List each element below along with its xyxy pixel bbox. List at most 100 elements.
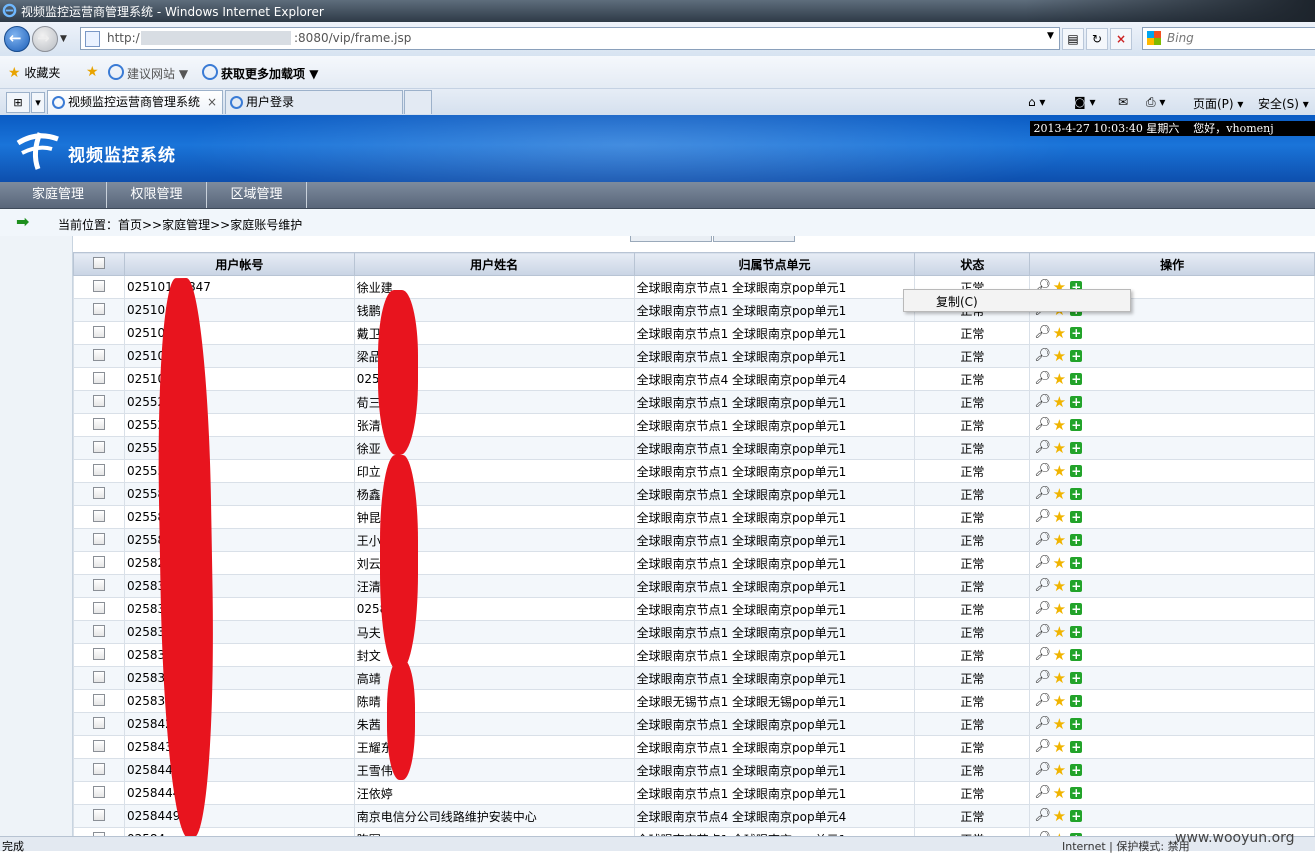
search-icon[interactable]: 🔎︎	[1034, 694, 1051, 708]
add-icon[interactable]: +	[1070, 787, 1083, 800]
table-row[interactable]: 0258444 王雪伟 全球眼南京节点1 全球眼南京pop单元1 正常 🔎︎ ★ +	[73, 758, 1315, 782]
add-icon[interactable]: +	[1070, 718, 1083, 731]
select-all-checkbox[interactable]	[73, 252, 125, 276]
row-checkbox[interactable]	[73, 390, 125, 414]
row-checkbox[interactable]	[73, 689, 125, 713]
table-row[interactable]: 0258322 0258 0 全球眼南京节点1 全球眼南京pop单元1 正常 🔎︎ ★ +	[73, 597, 1315, 621]
row-checkbox[interactable]	[73, 528, 125, 552]
suggested-sites-button[interactable]: 建议网站 ▼	[108, 64, 188, 82]
row-checkbox[interactable]	[73, 367, 125, 391]
print-button[interactable]: ⎙ ▾	[1146, 95, 1165, 110]
forward-button[interactable]: →	[32, 26, 58, 52]
table-row[interactable]: 0258337 高靖 全球眼南京节点1 全球眼南京pop单元1 正常 🔎︎ ★ +	[73, 666, 1315, 690]
row-checkbox[interactable]	[73, 551, 125, 575]
compat-view-button[interactable]: ▤	[1062, 28, 1084, 50]
toolbar-button[interactable]	[713, 236, 795, 242]
search-icon[interactable]: 🔎︎	[1034, 809, 1051, 823]
table-row[interactable]: 0258368 陈晴 全球眼无锡节点1 全球眼无锡pop单元1 正常 🔎︎ ★ +	[73, 689, 1315, 713]
add-favorite-icon[interactable]: ★	[86, 64, 99, 80]
close-tab-icon[interactable]: ×	[207, 91, 217, 113]
search-icon[interactable]: 🔎︎	[1034, 533, 1051, 547]
table-row[interactable]: 0255886 王小 全球眼南京节点1 全球眼南京pop单元1 正常 🔎︎ ★ +	[73, 528, 1315, 552]
search-icon[interactable]: 🔎︎	[1034, 349, 1051, 363]
safety-menu-button[interactable]: 安全(S) ▾	[1258, 95, 1309, 112]
table-row[interactable]: 0255888 钟昆 全球眼南京节点1 全球眼南京pop单元1 正常 🔎︎ ★ +	[73, 505, 1315, 529]
add-icon[interactable]: +	[1070, 511, 1083, 524]
search-icon[interactable]: 🔎︎	[1034, 786, 1051, 800]
copy-menu-item[interactable]: 复制(C)	[936, 293, 978, 310]
table-row[interactable]: 025107 2 戴卫 全球眼南京节点1 全球眼南京pop单元1 正常 🔎︎ ★ +	[73, 321, 1315, 345]
add-icon[interactable]: +	[1070, 741, 1083, 754]
search-icon[interactable]: 🔎︎	[1034, 671, 1051, 685]
add-icon[interactable]: +	[1070, 764, 1083, 777]
table-row[interactable]: 0258421 朱茜 全球眼南京节点1 全球眼南京pop单元1 正常 🔎︎ ★ +	[73, 712, 1315, 736]
row-checkbox[interactable]	[73, 321, 125, 345]
table-row[interactable]: 025558 印立 全球眼南京节点1 全球眼南京pop单元1 正常 🔎︎ ★ +	[73, 459, 1315, 483]
star-icon[interactable]: ★	[1052, 556, 1066, 571]
star-icon[interactable]: ★	[1052, 441, 1066, 456]
row-checkbox[interactable]	[73, 620, 125, 644]
row-checkbox[interactable]	[73, 781, 125, 805]
search-icon[interactable]: 🔎︎	[1034, 395, 1051, 409]
star-icon[interactable]: ★	[1052, 671, 1066, 686]
row-checkbox[interactable]	[73, 804, 125, 828]
add-icon[interactable]: +	[1070, 373, 1083, 386]
add-icon[interactable]: +	[1070, 557, 1083, 570]
search-icon[interactable]: 🔎︎	[1034, 441, 1051, 455]
favorites-button[interactable]: ★ 收藏夹	[8, 64, 60, 81]
back-button[interactable]: ←	[4, 26, 30, 52]
row-checkbox[interactable]	[73, 413, 125, 437]
star-icon[interactable]: ★	[1052, 418, 1066, 433]
star-icon[interactable]: ★	[1052, 625, 1066, 640]
search-icon[interactable]: 🔎︎	[1034, 464, 1051, 478]
row-checkbox[interactable]	[73, 344, 125, 368]
search-icon[interactable]: 🔎︎	[1034, 487, 1051, 501]
star-icon[interactable]: ★	[1052, 464, 1066, 479]
table-row[interactable]: 0258444 汪依婷 全球眼南京节点1 全球眼南京pop单元1 正常 🔎︎ ★ +	[73, 781, 1315, 805]
search-icon[interactable]: 🔎︎	[1034, 418, 1051, 432]
search-input[interactable]: Bing	[1142, 27, 1315, 50]
add-icon[interactable]: +	[1070, 419, 1083, 432]
search-icon[interactable]: 🔎︎	[1034, 556, 1051, 570]
table-row[interactable]: 0258328 马夫 全球眼南京节点1 全球眼南京pop单元1 正常 🔎︎ ★ +	[73, 620, 1315, 644]
search-icon[interactable]: 🔎︎	[1034, 602, 1051, 616]
table-row[interactable]: 0258449 南京电信分公司线路维护安装中心 全球眼南京节点4 全球眼南京pop单…	[73, 804, 1315, 828]
row-checkbox[interactable]	[73, 275, 125, 299]
star-icon[interactable]: ★	[1052, 395, 1066, 410]
add-icon[interactable]: +	[1070, 649, 1083, 662]
toolbar-button[interactable]	[630, 236, 712, 242]
star-icon[interactable]: ★	[1052, 717, 1066, 732]
star-icon[interactable]: ★	[1052, 694, 1066, 709]
row-checkbox[interactable]	[73, 597, 125, 621]
row-checkbox[interactable]	[73, 436, 125, 460]
star-icon[interactable]: ★	[1052, 809, 1066, 824]
table-row[interactable]: 025108 梁品 全球眼南京节点1 全球眼南京pop单元1 正常 🔎︎ ★ +	[73, 344, 1315, 368]
search-icon[interactable]: 🔎︎	[1034, 648, 1051, 662]
add-icon[interactable]: +	[1070, 465, 1083, 478]
search-icon[interactable]: 🔎︎	[1034, 717, 1051, 731]
search-icon[interactable]: 🔎︎	[1034, 625, 1051, 639]
menu-area-management[interactable]: 区域管理	[207, 182, 307, 208]
new-tab-button[interactable]	[404, 90, 432, 114]
history-dropdown-icon[interactable]: ▼	[60, 34, 67, 44]
row-checkbox[interactable]	[73, 666, 125, 690]
star-icon[interactable]: ★	[1052, 510, 1066, 525]
add-icon[interactable]: +	[1070, 626, 1083, 639]
star-icon[interactable]: ★	[1052, 602, 1066, 617]
search-icon[interactable]: 🔎︎	[1034, 326, 1051, 340]
row-checkbox[interactable]	[73, 574, 125, 598]
table-row[interactable]: 0251090251 57全球眼南京节点4 全球眼南京pop单元4正常🔎︎★+	[73, 367, 1315, 391]
stop-button[interactable]: ×	[1110, 28, 1132, 50]
add-icon[interactable]: +	[1070, 695, 1083, 708]
table-row[interactable]: 025558 徐亚 全球眼南京节点1 全球眼南京pop单元1 正常 🔎︎ ★ +	[73, 436, 1315, 460]
row-checkbox[interactable]	[73, 712, 125, 736]
add-icon[interactable]: +	[1070, 810, 1083, 823]
table-row[interactable]: 0258330 封文 全球眼南京节点1 全球眼南京pop单元1 正常 🔎︎ ★ +	[73, 643, 1315, 667]
menu-home-management[interactable]: 家庭管理	[10, 182, 107, 208]
table-row[interactable]: 0258319 汪清 全球眼南京节点1 全球眼南京pop单元1 正常 🔎︎ ★ +	[73, 574, 1315, 598]
row-checkbox[interactable]	[73, 643, 125, 667]
search-icon[interactable]: 🔎︎	[1034, 372, 1051, 386]
star-icon[interactable]: ★	[1052, 763, 1066, 778]
add-icon[interactable]: +	[1070, 396, 1083, 409]
table-row[interactable]: 025588 杨鑫 全球眼南京节点1 全球眼南京pop单元1 正常 🔎︎ ★ +	[73, 482, 1315, 506]
